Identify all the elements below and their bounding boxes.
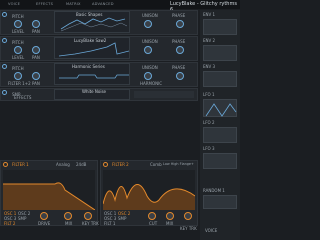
smp-effects-label: EFFECTS [14,95,32,100]
osc-2-pan-knob[interactable] [32,46,40,54]
osc-2-phase-label: PHASE [172,39,186,44]
filter-1-drive-label: DRIVE [38,221,51,226]
osc-3-harmonic-knob[interactable] [176,72,184,80]
osc-3-harmonic-label: HARMONIC [140,81,163,86]
osc-1-phase-label: PHASE [172,13,186,18]
filter-1-keytrk-knob[interactable] [84,212,92,220]
filter-1-model[interactable]: 24dB [76,162,86,167]
osc-3-pan-knob[interactable] [32,72,40,80]
osc-1-level-label: LEVEL [12,29,25,34]
osc-2-wave-frame-knob[interactable] [144,46,152,54]
filter-2-mix-label: MIX [166,221,174,226]
osc-3-pan-label: PAN [32,81,40,86]
filter-2-route-filt1[interactable]: FILT 1 [104,221,115,226]
tab-effects[interactable]: EFFECTS [36,2,53,6]
osc-2-pitch-label: PITCH [12,40,24,45]
osc-1-wavetable-name[interactable]: Basic Shapes [76,12,102,17]
random-1-label[interactable]: RANDOM 1 [203,188,225,193]
filter-2-type[interactable]: Comb [150,162,162,167]
filter-1-route-smp[interactable]: SMP [18,216,26,221]
filter-1-title: FILTER 1 [12,162,29,167]
tab-advanced[interactable]: ADVANCED [92,2,114,6]
filter-2-route-smp[interactable]: SMP [118,216,126,221]
lfo-1-display[interactable] [203,99,237,117]
filter-2-power-button[interactable] [103,162,108,167]
osc-2-formant-knob[interactable] [176,46,184,54]
osc-3-unison-label: UNISON [142,65,158,70]
env-1-label[interactable]: ENV 1 [203,12,215,17]
osc-1-spectral-morph-knob[interactable] [176,20,184,28]
osc-3-pitch-label: PITCH [12,66,24,71]
osc-1-wave-frame-knob[interactable] [144,20,152,28]
osc-1-pitch-label: PITCH [12,14,24,19]
filter-2-cut-label: CUT [149,221,158,226]
filter-2-mix-knob[interactable] [166,212,174,220]
filter-1-mix-label: MIX [65,221,73,226]
osc-3-phase-label: PHASE [172,65,186,70]
osc-2-pan-label: PAN [32,55,40,60]
filter-1-route-filt2[interactable]: FILT 2 [4,221,15,226]
tab-matrix[interactable]: MATRIX [66,2,81,6]
filter-2-response-curve [102,184,196,210]
osc-3-wave-frame-knob[interactable] [144,72,152,80]
env-1-display[interactable] [203,19,237,35]
filter-2-response-display[interactable] [102,170,196,210]
filter-1-keytrk-label: KEY TRK [82,221,99,226]
osc-3-wavetable-name[interactable]: Harmonic Series [72,64,105,69]
filter-1-mix-knob[interactable] [64,212,72,220]
filter-2-keytrk-label: KEY TRK [180,226,197,231]
filter-1-power-button[interactable] [3,162,8,167]
filter-1-drive-knob[interactable] [40,212,48,220]
filter-2-cut-knob[interactable] [148,212,156,220]
osc-2-level-label: LEVEL [12,55,25,60]
lfo-2-label[interactable]: LFO 2 [203,120,215,125]
filter-1-response-curve [3,182,96,211]
random-1-display[interactable] [203,195,237,209]
osc-3-level-knob[interactable] [14,72,22,80]
osc-2-level-knob[interactable] [14,46,22,54]
filter-1-type[interactable]: Analog [56,162,70,167]
filter-2-keytrk-knob[interactable] [184,212,192,220]
osc-3-power-button[interactable] [2,64,7,69]
voice-label[interactable]: VOICE [205,228,217,233]
smp-power-button[interactable] [2,90,7,95]
osc-1-unison-label: UNISON [142,13,158,18]
osc-2-wavetable-name[interactable]: LucyBlake Saw2 [74,38,106,43]
lfo-1-wave [205,103,237,117]
env-3-display[interactable] [203,71,237,87]
lfo-3-display[interactable] [203,153,237,169]
smp-sample-name[interactable]: White Noise [82,89,106,94]
env-3-label[interactable]: ENV 3 [203,64,215,69]
lfo-1-label[interactable]: LFO 1 [203,92,215,97]
lfo-2-display[interactable] [203,127,237,143]
osc-1-pan-label: PAN [32,29,40,34]
osc-2-power-button[interactable] [2,38,7,43]
filter-2-title: FILTER 2 [112,162,129,167]
osc-1-level-knob[interactable] [14,20,22,28]
lfo-3-label[interactable]: LFO 3 [203,146,215,151]
env-2-label[interactable]: ENV 2 [203,38,215,43]
tab-voice[interactable]: VOICE [8,2,20,6]
filter-1-response-display[interactable] [3,170,96,211]
osc-3-filter-label: FILTER 1+2 [8,81,31,86]
smp-controls[interactable] [134,91,194,98]
osc-1-pan-knob[interactable] [32,20,40,28]
osc-2-unison-label: UNISON [142,39,158,44]
env-2-display[interactable] [203,45,237,61]
osc-1-power-button[interactable] [2,12,7,17]
filter-2-model[interactable]: Low High Flange+ [163,162,194,167]
